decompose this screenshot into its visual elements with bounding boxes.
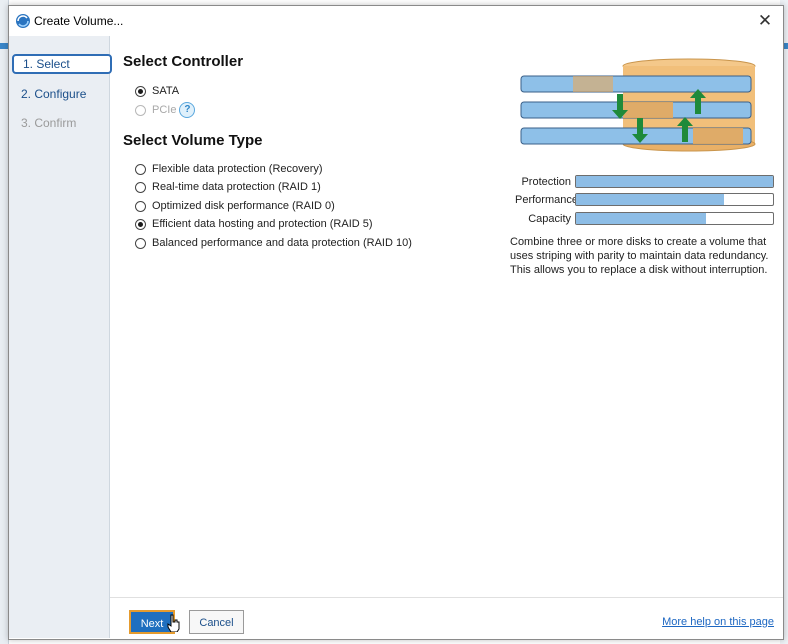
radio-button[interactable]	[135, 218, 146, 230]
create-volume-dialog: Create Volume... ✕ 1. Select 2. Configur…	[8, 5, 784, 640]
dialog-footer: Next Cancel More help on this page	[110, 597, 783, 639]
radio-label: Optimized disk performance (RAID 0)	[152, 200, 335, 212]
title-bar: Create Volume... ✕	[9, 6, 783, 36]
radio-label: Flexible data protection (Recovery)	[152, 163, 323, 175]
performance-label: Performance	[515, 194, 578, 206]
help-link[interactable]: More help on this page	[662, 616, 774, 628]
radio-button[interactable]	[135, 237, 146, 249]
cancel-button[interactable]: Cancel	[189, 610, 244, 634]
radio-label: SATA	[152, 85, 180, 97]
protection-label: Protection	[521, 176, 571, 188]
controller-heading: Select Controller	[123, 53, 244, 70]
volume-description: Combine three or more disks to create a …	[510, 236, 769, 276]
radio-label: Real-time data protection (RAID 1)	[152, 181, 321, 193]
step-confirm: 3. Confirm	[21, 116, 77, 130]
radio-sata[interactable]: SATA	[135, 83, 179, 99]
protection-bar	[575, 175, 774, 188]
wizard-steps: 1. Select 2. Configure 3. Confirm	[9, 36, 112, 638]
wizard-content: Select Controller SATA PCIe ? Select Vol…	[122, 36, 782, 596]
performance-bar	[575, 193, 774, 206]
capacity-bar	[575, 212, 774, 225]
radio-pcie: PCIe ?	[135, 102, 196, 118]
protection-fill	[576, 176, 773, 187]
volume-type-heading: Select Volume Type	[123, 132, 263, 149]
radio-button[interactable]	[135, 181, 146, 193]
raid-app-icon	[16, 14, 30, 28]
performance-fill	[576, 194, 724, 205]
radio-raid1[interactable]: Real-time data protection (RAID 1)	[135, 179, 321, 195]
radio-button[interactable]	[135, 200, 146, 212]
radio-label: Efficient data hosting and protection (R…	[152, 218, 373, 230]
hand-cursor-icon	[167, 614, 180, 632]
radio-button[interactable]	[135, 85, 146, 97]
radio-button	[135, 104, 146, 116]
capacity-label: Capacity	[528, 213, 571, 225]
radio-recovery[interactable]: Flexible data protection (Recovery)	[135, 161, 323, 177]
capacity-fill	[576, 213, 707, 224]
step-select[interactable]: 1. Select	[12, 54, 112, 74]
background-bar	[0, 43, 8, 49]
raid5-disks-diagram	[520, 58, 756, 152]
radio-label: Balanced performance and data protection…	[152, 237, 412, 249]
radio-raid0[interactable]: Optimized disk performance (RAID 0)	[135, 198, 335, 214]
radio-button[interactable]	[135, 163, 146, 175]
radio-raid5[interactable]: Efficient data hosting and protection (R…	[135, 216, 373, 232]
step-configure[interactable]: 2. Configure	[12, 85, 108, 103]
question-icon[interactable]: ?	[179, 102, 196, 118]
radio-raid10[interactable]: Balanced performance and data protection…	[135, 235, 412, 251]
radio-label: PCIe	[152, 104, 177, 116]
close-icon[interactable]: ✕	[753, 10, 777, 32]
window-title: Create Volume...	[34, 14, 124, 28]
